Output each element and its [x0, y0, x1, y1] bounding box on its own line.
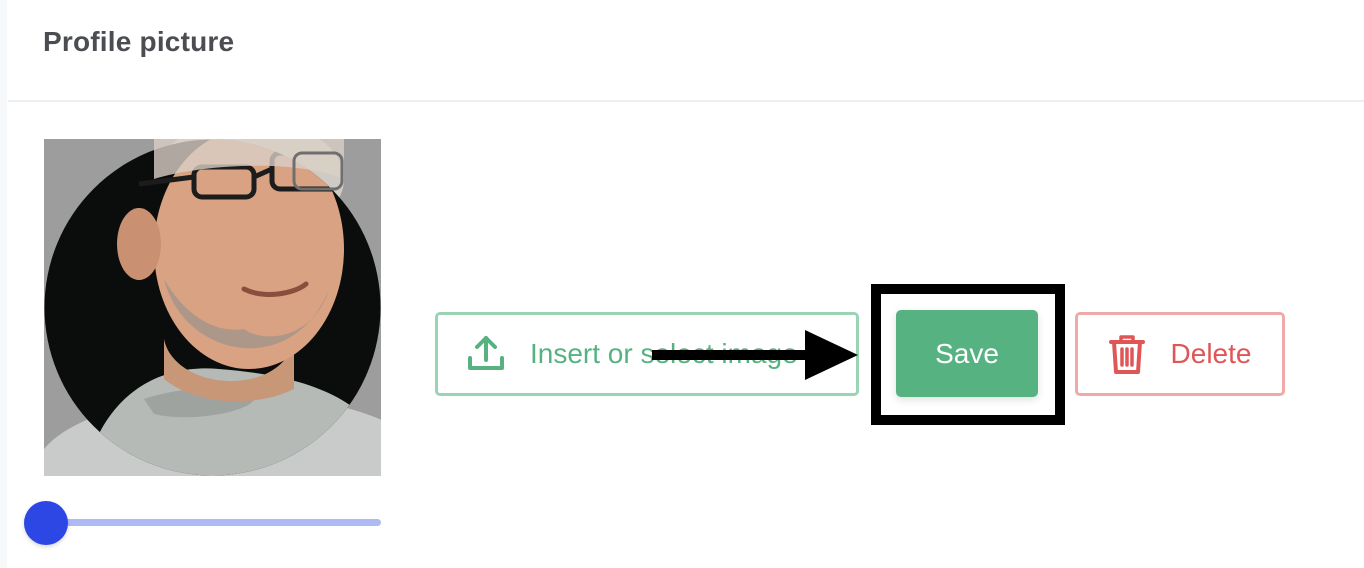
insert-image-label: Insert or select image: [530, 338, 798, 369]
save-button[interactable]: Save: [896, 310, 1038, 397]
insert-image-button[interactable]: Insert or select image: [435, 312, 859, 396]
save-label: Save: [935, 337, 999, 369]
profile-photo: [44, 139, 381, 476]
delete-label: Delete: [1170, 338, 1252, 369]
avatar-crop-area[interactable]: [44, 139, 381, 476]
header-divider: [8, 100, 1364, 102]
upload-icon: [466, 334, 506, 374]
zoom-slider-track[interactable]: [46, 519, 381, 526]
section-title: Profile picture: [43, 26, 235, 57]
trash-icon: [1108, 334, 1145, 374]
section-header: Profile picture: [0, 0, 1364, 102]
zoom-slider-thumb[interactable]: [24, 501, 68, 545]
delete-button[interactable]: Delete: [1075, 312, 1285, 396]
